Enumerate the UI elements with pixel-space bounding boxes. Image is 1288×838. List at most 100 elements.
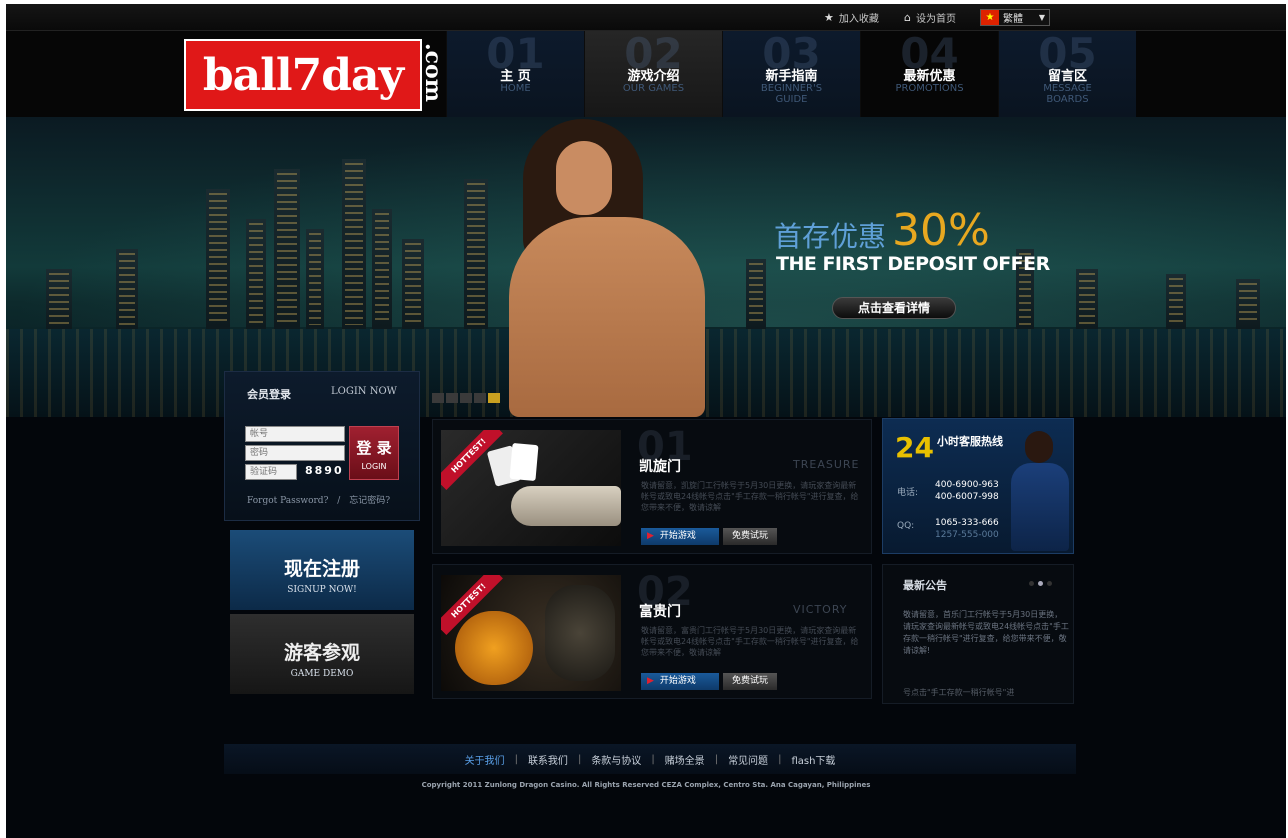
- skyline-building: [46, 269, 72, 329]
- skyline-building: [1236, 279, 1260, 329]
- language-select[interactable]: ★ 繁體 ▼: [980, 9, 1050, 26]
- footer-separator: |: [714, 753, 719, 765]
- forgot-password-row: Forgot Password? / 忘记密码?: [247, 493, 390, 506]
- start-game-button[interactable]: ▶ 开始游戏: [641, 673, 719, 690]
- announcement-pager: [1029, 581, 1052, 586]
- qq-number: 1257-555-000: [935, 530, 999, 540]
- footer-link-contact[interactable]: 联系我们: [528, 752, 568, 767]
- pager-dot[interactable]: [432, 393, 444, 403]
- nav-item-games[interactable]: 02 游戏介绍 OUR GAMES: [584, 31, 722, 117]
- footer-link-panorama[interactable]: 赌场全景: [665, 752, 705, 767]
- forgot-password-link-en[interactable]: Forgot Password?: [247, 496, 328, 506]
- footer-separator: |: [778, 753, 782, 765]
- start-game-label: 开始游戏: [659, 531, 696, 541]
- footer-separator: |: [651, 753, 655, 765]
- play-icon: ▶: [647, 531, 654, 541]
- game-demo-button[interactable]: 游客参观 GAME DEMO: [230, 614, 414, 694]
- pager-dot[interactable]: [460, 393, 472, 403]
- pager-dot-active[interactable]: [1038, 581, 1043, 586]
- skyline-building: [1076, 269, 1098, 329]
- game-subtitle: TREASURE: [793, 458, 860, 471]
- language-label: 繁體: [1003, 14, 1023, 25]
- customer-service-panel: 24 小时客服热线 电话: 400-6900-963 400-6007-998 …: [882, 418, 1074, 554]
- bookmark-label: 加入收藏: [838, 14, 879, 25]
- demo-label: 游客参观: [283, 642, 360, 664]
- announcements-panel: 最新公告 敬请留意，首乐门工行帐号于5月30日更换，请玩家查询最新帐号或致电24…: [882, 564, 1074, 704]
- game-image-lion[interactable]: HOTTEST!: [441, 575, 621, 691]
- nav-sublabel: HOME: [500, 83, 531, 94]
- skyline-building: [274, 169, 300, 329]
- site-logo[interactable]: ball7day: [184, 39, 422, 111]
- account-input[interactable]: [245, 426, 345, 442]
- hand-graphic: [511, 486, 621, 526]
- announcement-text-more: 号点击"手工存款一稍行帐号"进: [903, 688, 1015, 697]
- phone-number: 400-6900-963: [935, 480, 999, 490]
- game-subtitle: VICTORY: [793, 603, 848, 616]
- card-icon: [509, 442, 539, 482]
- banner-model-image: [501, 117, 706, 417]
- flag-icon: ★: [981, 10, 999, 25]
- demo-sublabel: GAME DEMO: [290, 669, 354, 679]
- game-image-cards[interactable]: HOTTEST!: [441, 430, 621, 546]
- nav-label: 新手指南: [765, 69, 818, 84]
- start-game-button[interactable]: ▶ 开始游戏: [641, 528, 719, 545]
- top-utility-bar: ★ 加入收藏 ⌂ 设为首页 ★ 繁體 ▼: [6, 4, 1286, 31]
- nav-item-guide[interactable]: 03 新手指南 BEGINNER'S GUIDE: [722, 31, 860, 117]
- captcha-code: 8890: [305, 464, 344, 477]
- banner-pager: [432, 393, 500, 403]
- game-title[interactable]: 富贵门: [639, 601, 681, 621]
- nav-sublabel: OUR GAMES: [622, 83, 685, 94]
- qq-label: QQ:: [897, 521, 915, 531]
- skyline-building: [372, 209, 392, 329]
- footer-link-about[interactable]: 关于我们: [465, 752, 505, 767]
- login-panel: 会员登录 LOGIN NOW 8890 登 录 LOGIN Forgot Pas…: [224, 371, 420, 521]
- support-agent-image: [1007, 425, 1071, 553]
- footer-separator: |: [514, 753, 518, 765]
- login-button-label: 登 录: [356, 439, 392, 457]
- footer-link-faq[interactable]: 常见问题: [728, 752, 768, 767]
- bookmark-link[interactable]: ★ 加入收藏: [824, 10, 879, 25]
- skyline-building: [1166, 274, 1186, 329]
- pager-dot[interactable]: [1029, 581, 1034, 586]
- hotline-title: 小时客服热线: [937, 435, 1003, 448]
- offer-details-button[interactable]: 点击查看详情: [832, 297, 956, 319]
- footer-link-terms[interactable]: 条款与协议: [591, 752, 641, 767]
- skyline-building: [342, 159, 366, 329]
- footer-separator: |: [577, 753, 582, 765]
- game-title[interactable]: 凯旋门: [639, 456, 681, 476]
- signup-button[interactable]: 现在注册 SIGNUP NOW!: [230, 530, 414, 610]
- nav-item-home[interactable]: 01 主 页 HOME: [446, 31, 584, 117]
- game-card: HOTTEST! 01 凯旋门 TREASURE 敬请留意，凯旋门工行帐号于5月…: [432, 419, 872, 554]
- set-homepage-link[interactable]: ⌂ 设为首页: [904, 10, 956, 25]
- announcements-title: 最新公告: [903, 579, 947, 592]
- nav-item-messages[interactable]: 05 留言区 MESSAGE BOARDS: [998, 31, 1136, 117]
- skyline-building: [746, 259, 766, 329]
- offer-title-en: THE FIRST DEPOSIT OFFER: [776, 253, 1050, 275]
- password-input[interactable]: [245, 445, 345, 461]
- footer-nav: 关于我们 | 联系我们 | 条款与协议 | 赌场全景 | 常见问题 | flas…: [224, 744, 1076, 774]
- free-trial-button[interactable]: 免费试玩: [723, 673, 777, 690]
- nav-item-promotions[interactable]: 04 最新优惠 PROMOTIONS: [860, 31, 998, 117]
- pager-dot[interactable]: [446, 393, 458, 403]
- pager-dot-active[interactable]: [488, 393, 500, 403]
- skyline-building: [306, 229, 324, 329]
- chevron-down-icon: ▼: [1038, 13, 1045, 22]
- login-title-en: LOGIN NOW: [331, 386, 397, 397]
- logo-text: ball7day: [202, 49, 404, 101]
- dragon-graphic: [545, 585, 615, 681]
- page: ★ 加入收藏 ⌂ 设为首页 ★ 繁體 ▼ ball7day .com 01 主 …: [0, 0, 1288, 838]
- pager-dot[interactable]: [474, 393, 486, 403]
- captcha-input[interactable]: [245, 464, 297, 480]
- pager-dot[interactable]: [1047, 581, 1052, 586]
- start-game-label: 开始游戏: [659, 676, 696, 686]
- announcement-text[interactable]: 敬请留意，首乐门工行帐号于5月30日更换，请玩家查询最新帐号或致电24线帐号点击…: [903, 609, 1069, 657]
- skyline-building: [464, 179, 488, 329]
- agent-torso: [1011, 463, 1069, 551]
- free-trial-button[interactable]: 免费试玩: [723, 528, 777, 545]
- skyline-building: [246, 219, 266, 329]
- home-icon: ⌂: [904, 11, 911, 24]
- forgot-password-link-cn[interactable]: 忘记密码?: [349, 496, 390, 506]
- login-button[interactable]: 登 录 LOGIN: [349, 426, 399, 480]
- hotline-24: 24: [895, 431, 934, 464]
- footer-link-flash[interactable]: flash下载: [791, 752, 835, 767]
